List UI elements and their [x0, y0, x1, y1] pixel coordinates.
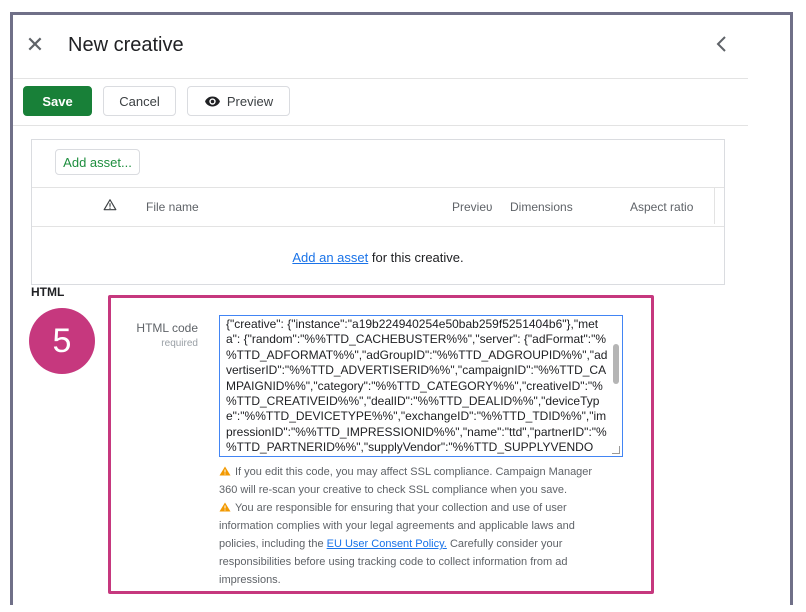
- scrollbar-thumb[interactable]: [613, 344, 619, 384]
- resize-handle[interactable]: [612, 446, 620, 454]
- window-frame: ✕ New creative Save Cancel Preview Add a…: [10, 12, 793, 605]
- required-label: required: [161, 338, 198, 349]
- warning-icon: [219, 466, 231, 476]
- html-code-label: HTML code: [136, 321, 198, 335]
- add-an-asset-link[interactable]: Add an asset: [292, 250, 368, 265]
- empty-state-text: for this creative.: [371, 250, 464, 265]
- html-code-content[interactable]: {"creative": {"instance":"a19b224940254e…: [226, 317, 608, 456]
- close-icon[interactable]: ✕: [23, 33, 47, 57]
- warning-notes: If you edit this code, you may affect SS…: [219, 463, 599, 589]
- privacy-warning: You are responsible for ensuring that yo…: [219, 499, 599, 589]
- panel-header: ✕ New creative: [13, 15, 748, 79]
- page-title: New creative: [68, 34, 184, 56]
- chevron-left-icon[interactable]: [710, 32, 734, 56]
- column-preview[interactable]: Previeʋ: [452, 200, 493, 214]
- cancel-button[interactable]: Cancel: [103, 86, 176, 116]
- section-title-html: HTML: [31, 285, 65, 299]
- preview-label: Preview: [226, 93, 274, 109]
- ssl-warning-text: If you edit this code, you may affect SS…: [219, 466, 593, 496]
- save-button[interactable]: Save: [23, 86, 92, 116]
- add-asset-button[interactable]: Add asset...: [55, 149, 140, 175]
- preview-button[interactable]: Preview: [187, 86, 290, 116]
- column-aspect-ratio[interactable]: Aspect ratio: [630, 200, 693, 214]
- warning-icon: [219, 502, 231, 512]
- creative-panel: ✕ New creative Save Cancel Preview Add a…: [13, 15, 748, 605]
- assets-table: Add asset... File name Previeʋ Dimension…: [31, 139, 725, 285]
- empty-state: Add an asset for this creative.: [32, 250, 724, 265]
- column-dimensions[interactable]: Dimensions: [510, 200, 573, 214]
- html-code-textarea[interactable]: {"creative": {"instance":"a19b224940254e…: [219, 315, 623, 457]
- toolbar: Save Cancel Preview: [13, 78, 748, 126]
- warning-icon: [103, 199, 117, 211]
- column-divider: [714, 188, 715, 224]
- step-badge: 5: [29, 308, 95, 374]
- column-file-name[interactable]: File name: [146, 200, 199, 214]
- eu-user-consent-policy-link[interactable]: EU User Consent Policy.: [327, 538, 447, 550]
- table-header: File name Previeʋ Dimensions Aspect rati…: [32, 187, 724, 227]
- eye-icon: [204, 96, 220, 106]
- ssl-warning: If you edit this code, you may affect SS…: [219, 463, 599, 499]
